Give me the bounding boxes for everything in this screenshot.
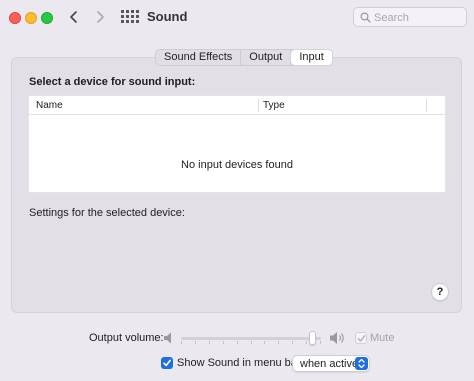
slider-tick	[306, 341, 307, 344]
close-window-button[interactable]	[9, 12, 21, 24]
speaker-low-icon	[164, 332, 171, 344]
grid-dot	[136, 20, 139, 23]
column-divider	[258, 99, 259, 112]
maximize-window-button[interactable]	[41, 12, 53, 24]
input-devices-table[interactable]: Name Type No input devices found	[28, 95, 446, 193]
back-button[interactable]	[63, 6, 85, 28]
menu-bar-row: Show Sound in menu bar when active	[0, 355, 474, 372]
chevron-left-icon	[70, 11, 77, 23]
checkmark-icon	[357, 335, 366, 342]
speaker-high-icon	[330, 332, 344, 344]
forward-button[interactable]	[89, 6, 111, 28]
empty-table-message: No input devices found	[181, 159, 293, 171]
grid-dot	[131, 15, 134, 18]
popup-selected-value: when active	[300, 358, 359, 370]
grid-dot	[126, 20, 129, 23]
slider-tick	[237, 341, 238, 344]
mute-label: Mute	[370, 332, 395, 344]
input-section-title: Select a device for sound input:	[29, 76, 196, 88]
search-input[interactable]	[374, 10, 462, 25]
show-all-grid-button[interactable]	[120, 9, 139, 27]
chevron-right-icon	[97, 11, 104, 23]
slider-ticks	[181, 341, 321, 344]
tab-input[interactable]: Input	[291, 50, 332, 65]
grid-dot	[126, 10, 129, 13]
output-volume-label: Output volume:	[89, 332, 164, 344]
checkmark-icon	[163, 359, 171, 367]
slider-tick	[251, 341, 252, 344]
column-header-type[interactable]: Type	[263, 100, 285, 111]
slider-tick	[181, 341, 182, 344]
minimize-window-button[interactable]	[25, 12, 37, 24]
grid-dot	[136, 15, 139, 18]
output-volume-slider[interactable]	[181, 337, 321, 340]
grid-dot	[131, 20, 134, 23]
search-icon	[360, 12, 371, 23]
window-title: Sound	[147, 9, 188, 24]
input-panel: Select a device for sound input: Name Ty…	[11, 57, 462, 313]
menu-bar-visibility-popup[interactable]: when active	[292, 355, 370, 372]
column-header-name[interactable]: Name	[36, 100, 63, 111]
grid-dot	[131, 10, 134, 13]
show-sound-menu-bar-checkbox[interactable]	[161, 357, 173, 369]
device-settings-label: Settings for the selected device:	[29, 207, 185, 219]
help-button[interactable]: ?	[431, 283, 449, 301]
grid-dot	[121, 20, 124, 23]
slider-tick	[209, 341, 210, 344]
grid-dot	[136, 10, 139, 13]
mute-checkbox[interactable]	[355, 332, 367, 344]
slider-tick	[292, 341, 293, 344]
slider-tick	[195, 341, 196, 344]
column-divider	[426, 99, 427, 112]
tab-sound-effects[interactable]: Sound Effects	[156, 50, 242, 65]
slider-tick	[223, 341, 224, 344]
tab-output[interactable]: Output	[241, 50, 292, 65]
title-bar: Sound	[0, 0, 474, 36]
slider-tick	[320, 341, 321, 344]
output-volume-row: Output volume: Mute	[0, 330, 474, 346]
volume-slider-thumb[interactable]	[309, 331, 316, 345]
show-sound-menu-bar-label: Show Sound in menu bar	[177, 357, 301, 369]
grid-icon	[121, 10, 124, 13]
grid-dot	[121, 15, 124, 18]
slider-tick	[264, 341, 265, 344]
search-field[interactable]	[353, 7, 467, 27]
slider-tick	[278, 341, 279, 344]
grid-dot	[126, 15, 129, 18]
popup-arrows-icon	[355, 357, 368, 370]
tab-bar: Sound Effects Output Input	[155, 49, 333, 66]
table-header: Name Type	[29, 96, 445, 115]
